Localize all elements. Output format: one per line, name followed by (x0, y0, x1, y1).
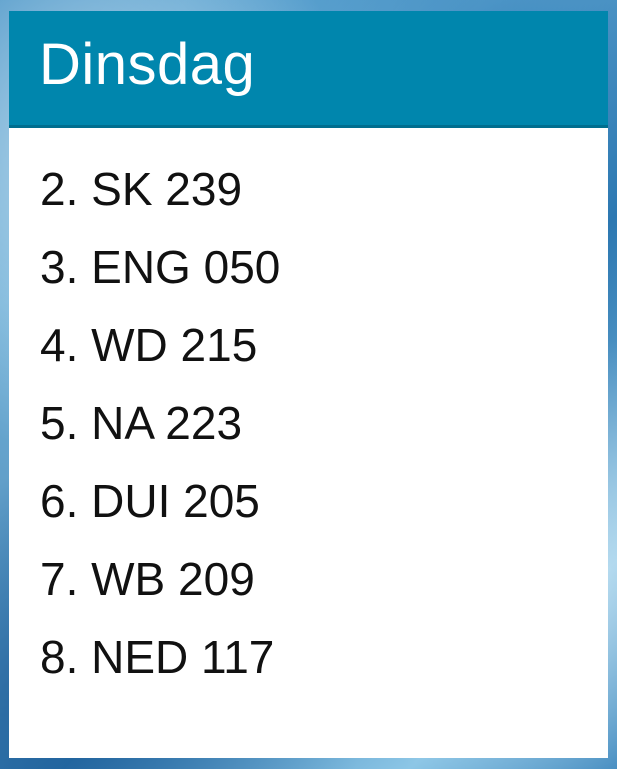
list-item: 8. NED 117 (40, 631, 275, 683)
schedule-widget[interactable]: Dinsdag 2. SK 239 3. ENG 050 4. WD 215 5… (9, 11, 608, 758)
list-item: 5. NA 223 (40, 397, 243, 449)
list-item: 2. SK 239 (40, 163, 243, 215)
list-item: 7. WB 209 (40, 553, 255, 605)
widget-header: Dinsdag (9, 11, 608, 128)
list-item: 6. DUI 205 (40, 475, 260, 527)
day-title: Dinsdag (39, 32, 256, 97)
list-item: 4. WD 215 (40, 319, 258, 371)
schedule-list: 2. SK 239 3. ENG 050 4. WD 215 5. NA 223… (9, 128, 608, 712)
list-item: 3. ENG 050 (40, 241, 281, 293)
